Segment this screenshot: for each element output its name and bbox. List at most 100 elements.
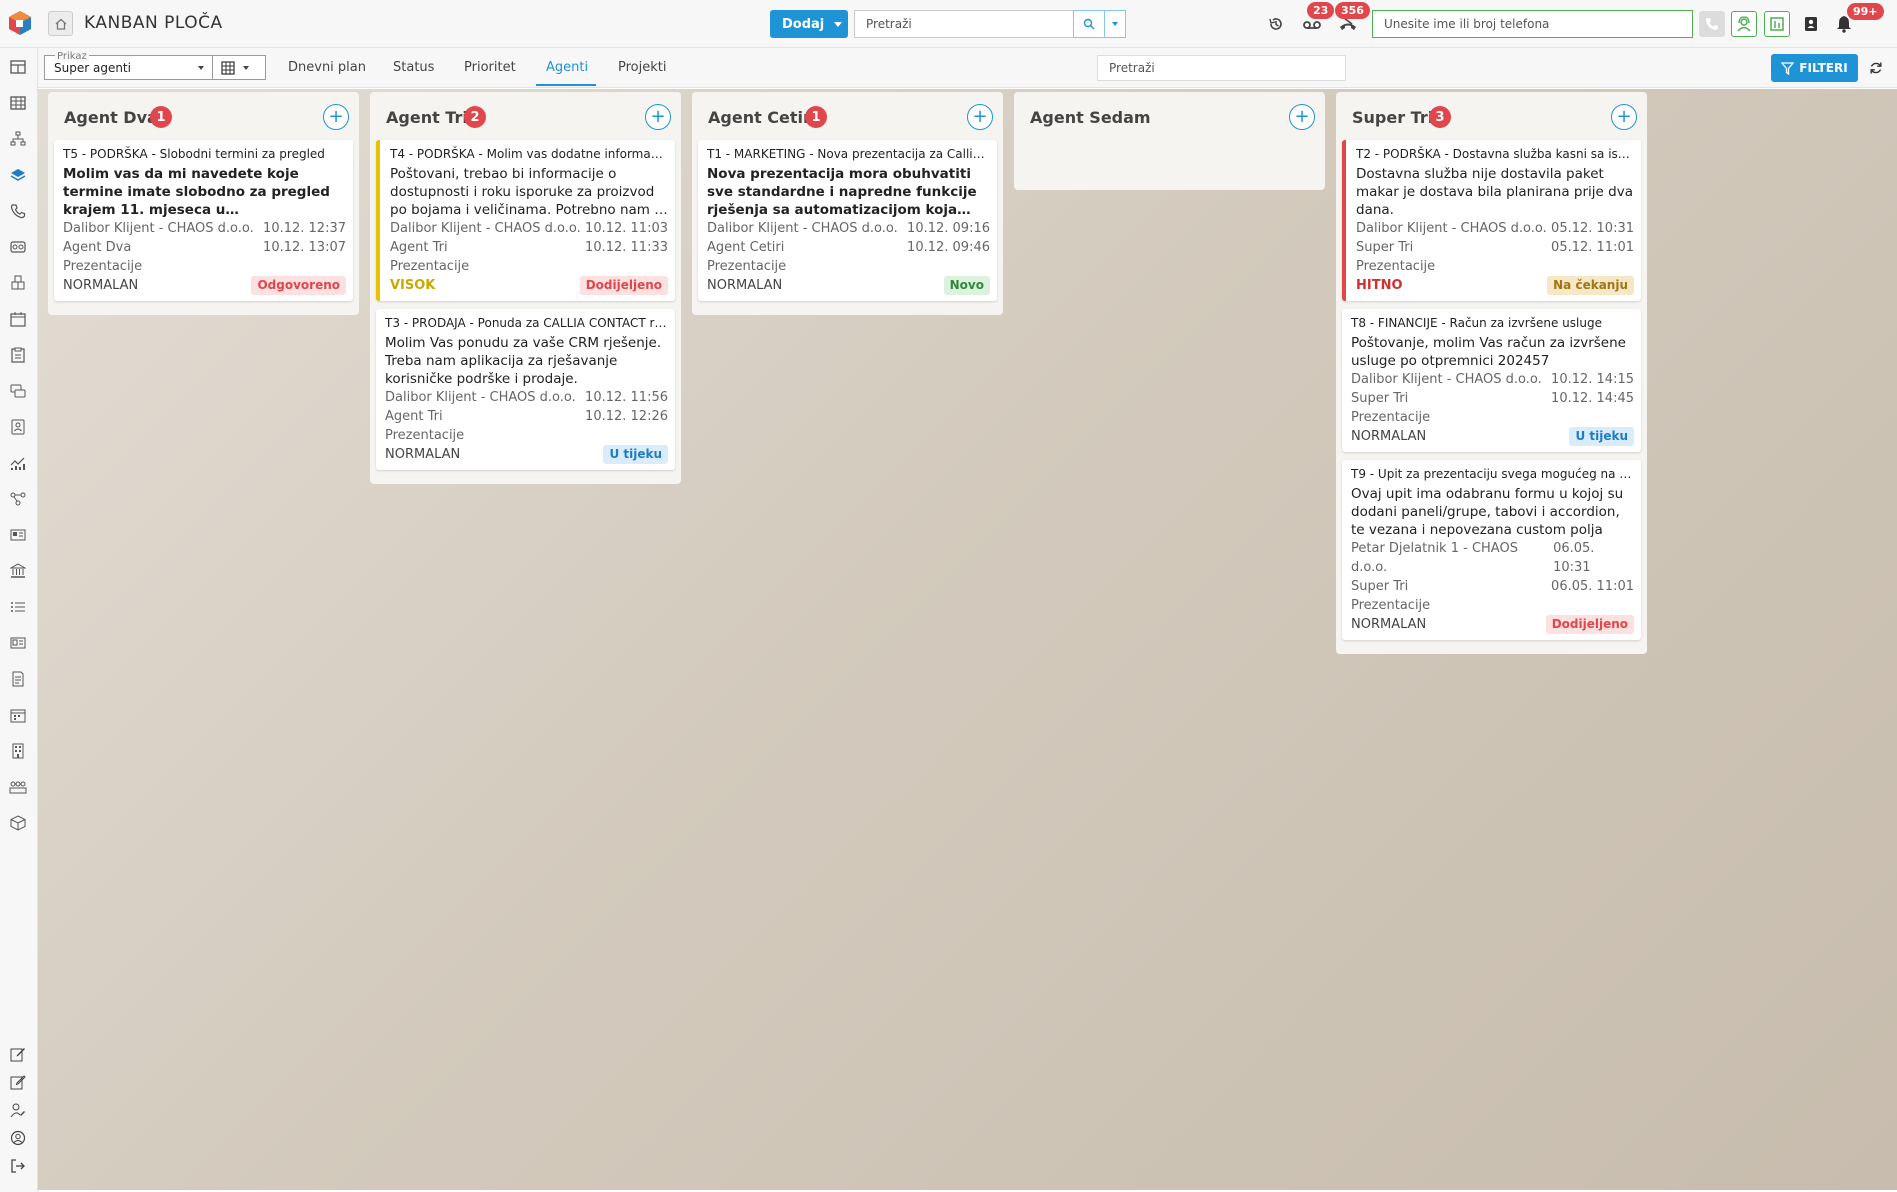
ticket-card[interactable]: T2 - PODRŠKA - Dostavna služba kasni sa …	[1342, 140, 1641, 301]
contacts-button[interactable]	[1798, 11, 1824, 37]
status-badge: U tijeku	[603, 445, 668, 464]
search-icon	[1083, 18, 1095, 30]
add-button[interactable]: Dodaj	[770, 10, 848, 38]
tab-status[interactable]: Status	[393, 60, 434, 75]
status-badge: Dodijeljeno	[579, 276, 668, 295]
org-chart-nav-icon[interactable]	[8, 129, 28, 149]
logout-nav-icon[interactable]	[8, 1156, 28, 1176]
card-client: Dalibor Klijent - CHAOS d.o.o.	[1351, 372, 1542, 387]
home-icon	[55, 18, 66, 30]
status-badge: Novo	[943, 276, 990, 295]
list-nav-icon[interactable]	[8, 597, 28, 617]
card-client: Dalibor Klijent - CHAOS d.o.o.	[390, 221, 581, 236]
ticket-card[interactable]: T5 - PODRŠKA - Slobodni termini za pregl…	[54, 140, 353, 301]
status-badge: Na čekanju	[1547, 276, 1634, 295]
voicemail-nav-icon[interactable]	[8, 237, 28, 257]
notifications-badge: 99+	[1847, 3, 1884, 20]
dashboard-button[interactable]	[1764, 11, 1790, 37]
building-nav-icon[interactable]	[8, 741, 28, 761]
grid-icon	[221, 60, 235, 75]
plus-icon: +	[972, 106, 988, 127]
refresh-button[interactable]	[1866, 58, 1886, 78]
global-search-input[interactable]: Pretraži	[854, 10, 1074, 38]
card-updated-time: 10.12. 11:33	[585, 240, 668, 255]
add-card-button[interactable]: +	[645, 104, 671, 130]
card-created-time: 05.12. 10:31	[1551, 221, 1634, 236]
workflow-nav-icon[interactable]	[8, 489, 28, 509]
bank-nav-icon[interactable]	[8, 561, 28, 581]
profile-nav-icon[interactable]	[8, 1128, 28, 1148]
call-button[interactable]	[1699, 11, 1725, 37]
card-category: Prezentacije	[1351, 598, 1431, 613]
ticket-card[interactable]: T3 - PRODAJA - Ponuda za CALLIA CONTACT …	[376, 309, 675, 470]
edit-nav-icon[interactable]	[8, 1044, 28, 1064]
edit-note-nav-icon[interactable]	[8, 1072, 28, 1092]
tab-agents[interactable]: Agenti	[546, 60, 588, 75]
app-logo-icon[interactable]	[6, 9, 34, 37]
phone-number-input[interactable]: Unesite ime ili broj telefona	[1372, 10, 1693, 38]
search-button[interactable]	[1073, 10, 1105, 38]
box-nav-icon[interactable]	[8, 813, 28, 833]
card-title: T3 - PRODAJA - Ponuda za CALLIA CONTACT …	[385, 316, 668, 330]
tab-daily-plan[interactable]: Dnevni plan	[288, 60, 366, 75]
clipboard-nav-icon[interactable]	[8, 345, 28, 365]
boxes-nav-icon[interactable]	[8, 273, 28, 293]
add-card-button[interactable]: +	[967, 104, 993, 130]
team-nav-icon[interactable]	[8, 777, 28, 797]
ticket-card[interactable]: T9 - Upit za prezentaciju svega mogućeg …	[1342, 460, 1641, 640]
analytics-nav-icon[interactable]	[8, 453, 28, 473]
schedule-nav-icon[interactable]	[8, 705, 28, 725]
tab-projects[interactable]: Projekti	[618, 60, 666, 75]
add-card-button[interactable]: +	[323, 104, 349, 130]
add-card-button[interactable]: +	[1289, 104, 1315, 130]
ticket-card[interactable]: T4 - PODRŠKA - Molim vas dodatne informa…	[376, 140, 675, 301]
history-icon	[1269, 18, 1282, 30]
search-options-dropdown[interactable]	[1104, 10, 1126, 38]
contact-card-nav-icon[interactable]	[8, 417, 28, 437]
card-created-time: 10.12. 09:16	[907, 221, 990, 236]
agent-status-button[interactable]	[1731, 11, 1757, 37]
page-title: KANBAN PLOČA	[84, 13, 223, 33]
card-created-time: 06.05. 10:31	[1553, 541, 1595, 575]
layout-dropdown[interactable]	[213, 55, 266, 80]
board-search-input[interactable]: Pretraži	[1097, 55, 1346, 81]
filters-button[interactable]: FILTERI	[1771, 54, 1858, 82]
card-updated-time: 06.05. 11:01	[1551, 579, 1634, 594]
voicemail-count-badge: 23	[1307, 2, 1335, 19]
ticket-card[interactable]: T1 - MARKETING - Nova prezentacija za Ca…	[698, 140, 997, 301]
card-updated-time: 10.12. 12:26	[585, 409, 668, 424]
tab-priority[interactable]: Prioritet	[464, 60, 516, 75]
card-title: T8 - FINANCIJE - Račun za izvršene uslug…	[1351, 316, 1602, 330]
history-button[interactable]	[1263, 11, 1289, 37]
home-button[interactable]	[48, 11, 73, 36]
chevron-down-icon	[243, 65, 249, 70]
card-description: Poštovani, trebao bi informacije o dostu…	[390, 166, 667, 218]
table-nav-icon[interactable]	[8, 93, 28, 113]
add-card-button[interactable]: +	[1611, 104, 1637, 130]
id-card-nav-icon[interactable]	[8, 633, 28, 653]
chat-nav-icon[interactable]	[8, 381, 28, 401]
card-priority: NORMALAN	[1351, 617, 1427, 632]
missed-calls-badge: 356	[1335, 2, 1370, 19]
invoice-nav-icon[interactable]	[8, 669, 28, 689]
ticket-card[interactable]: T8 - FINANCIJE - Račun za izvršene uslug…	[1342, 309, 1641, 452]
calendar-nav-icon[interactable]	[8, 309, 28, 329]
status-badge: Odgovoreno	[251, 276, 346, 295]
column-title: Super Tri	[1352, 108, 1434, 127]
card-created-time: 10.12. 12:37	[263, 221, 346, 236]
kanban-column-agent-cetiri: Agent Cetiri 1 + T1 - MARKETING - Nova p…	[692, 92, 1003, 315]
refresh-icon	[1870, 62, 1882, 74]
card-updated-time: 10.12. 14:45	[1551, 391, 1634, 406]
dashboard-nav-icon[interactable]	[8, 57, 28, 77]
card-agent: Agent Tri	[390, 240, 448, 255]
card-priority: NORMALAN	[63, 278, 139, 293]
column-title: Agent Cetiri	[708, 108, 817, 127]
user-edit-nav-icon[interactable]	[8, 1100, 28, 1120]
card-priority: VISOK	[390, 278, 436, 293]
card-updated-time: 10.12. 09:46	[907, 240, 990, 255]
news-nav-icon[interactable]	[8, 525, 28, 545]
layers-nav-icon[interactable]	[8, 165, 28, 185]
phone-nav-icon[interactable]	[8, 201, 28, 221]
kanban-column-agent-sedam: Agent Sedam +	[1014, 92, 1325, 190]
plus-icon: +	[650, 106, 666, 127]
